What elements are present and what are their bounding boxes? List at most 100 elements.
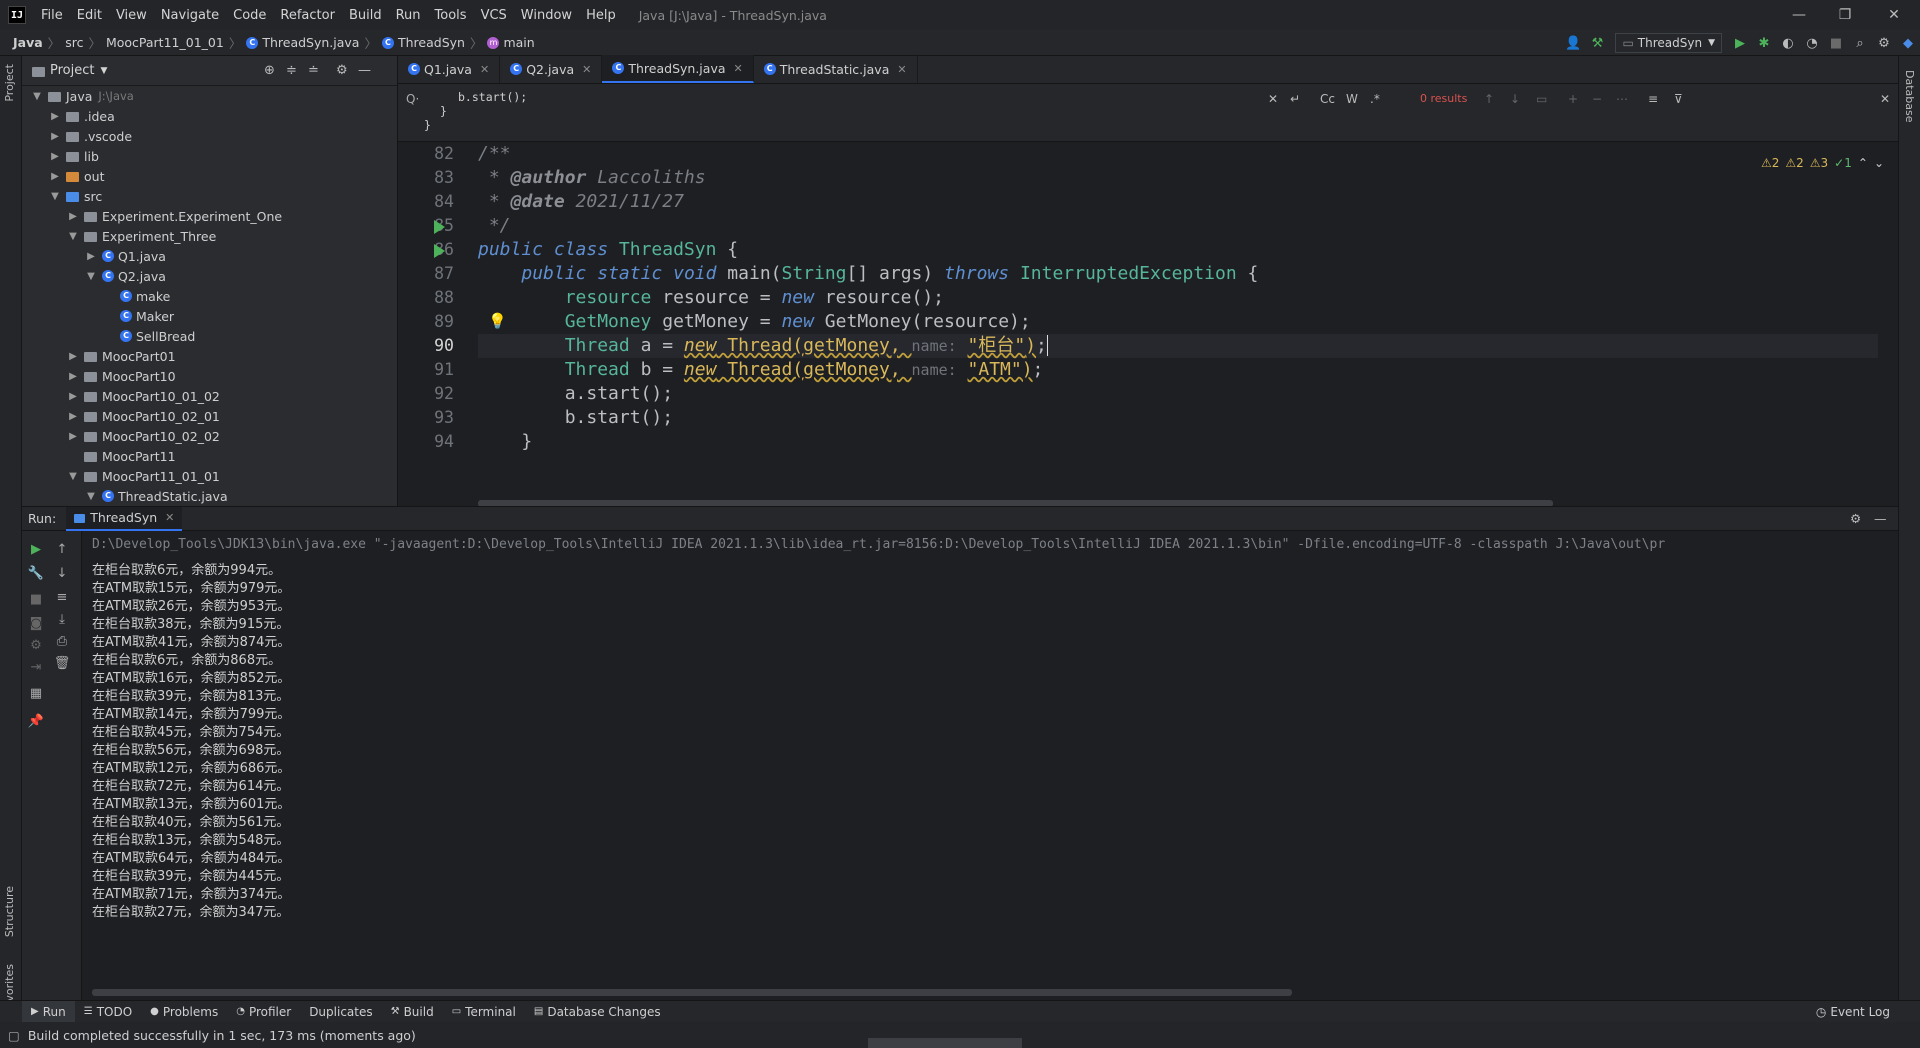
- expand-arrow-icon[interactable]: ▶: [66, 431, 80, 442]
- gear-icon[interactable]: ⚙: [336, 63, 348, 78]
- breadcrumb-class[interactable]: C ThreadSyn: [379, 35, 468, 50]
- status-icon[interactable]: ▢: [8, 1028, 20, 1043]
- expand-arrow-icon[interactable]: ▼: [66, 471, 80, 482]
- warning-count[interactable]: ⚠2: [1785, 156, 1803, 170]
- expand-arrow-icon[interactable]: ▶: [66, 391, 80, 402]
- database-tool-button[interactable]: Database: [1903, 70, 1916, 123]
- editor-tab[interactable]: C ThreadSyn.java ✕: [602, 55, 754, 83]
- run-main-icon[interactable]: [434, 244, 445, 258]
- chevron-down-icon[interactable]: ⌄: [1874, 156, 1884, 170]
- chevron-down-icon[interactable]: ▼: [100, 66, 107, 76]
- tree-node[interactable]: Cmake: [22, 286, 398, 306]
- expand-arrow-icon[interactable]: ▶: [66, 411, 80, 422]
- menu-tools[interactable]: Tools: [428, 8, 474, 23]
- tree-node[interactable]: C SellBread: [22, 326, 398, 346]
- project-tool-button[interactable]: Project: [3, 64, 16, 102]
- scroll-down-icon[interactable]: ↓: [52, 563, 72, 583]
- tree-node[interactable]: ▶ C Q1.java: [22, 246, 398, 266]
- tree-node[interactable]: MoocPart11: [22, 446, 398, 466]
- close-tab-icon[interactable]: ✕: [734, 62, 743, 75]
- tree-node[interactable]: ▶ lib: [22, 146, 398, 166]
- hide-icon[interactable]: —: [1874, 511, 1887, 526]
- tree-node[interactable]: ▼ C ThreadStatic.java: [22, 486, 398, 506]
- menu-view[interactable]: View: [109, 8, 154, 23]
- close-find-icon[interactable]: ✕: [1880, 92, 1890, 106]
- whole-words-toggle[interactable]: W: [1346, 92, 1358, 106]
- tree-node[interactable]: ▼ src: [22, 186, 398, 206]
- locate-icon[interactable]: ⊕: [264, 63, 275, 78]
- find-snippet-line[interactable]: }: [424, 118, 431, 132]
- breadcrumb-package[interactable]: MoocPart11_01_01: [103, 35, 227, 50]
- next-occurrence-icon[interactable]: ↓: [1510, 92, 1520, 106]
- code-view[interactable]: /** * @author Laccoliths * @date 2021/11…: [478, 142, 1878, 506]
- toolbox-icon[interactable]: ◆: [1896, 32, 1920, 54]
- menu-code[interactable]: Code: [226, 8, 273, 23]
- expand-arrow-icon[interactable]: ▶: [48, 171, 62, 182]
- close-window-icon[interactable]: ✕: [1868, 0, 1920, 30]
- new-line-icon[interactable]: ↵: [1290, 92, 1300, 106]
- clear-search-icon[interactable]: ✕: [1268, 92, 1278, 106]
- menu-refactor[interactable]: Refactor: [273, 8, 342, 23]
- scroll-up-icon[interactable]: ↑: [52, 539, 72, 559]
- tree-node[interactable]: ▼ C Q2.java: [22, 266, 398, 286]
- exit-icon[interactable]: ⇥: [26, 657, 46, 677]
- find-in-window-icon[interactable]: ▭: [1536, 92, 1547, 106]
- tool-window-terminal[interactable]: ▭ Terminal: [443, 1001, 525, 1023]
- settings-icon[interactable]: ⚙: [26, 635, 46, 655]
- warning-count[interactable]: ⚠2: [1761, 156, 1779, 170]
- event-log-button[interactable]: ◷ Event Log: [1816, 1005, 1890, 1019]
- run-configuration-select[interactable]: ▭ ThreadSyn ▼: [1615, 33, 1722, 53]
- tool-window-build[interactable]: ⚒ Build: [382, 1001, 443, 1023]
- expand-arrow-icon[interactable]: ▼: [66, 231, 80, 242]
- tool-window-problems[interactable]: ● Problems: [141, 1001, 227, 1023]
- breadcrumb-file[interactable]: C ThreadSyn.java: [243, 35, 362, 50]
- tool-window-run[interactable]: ▶ Run: [22, 1000, 75, 1023]
- run-icon[interactable]: ▶: [1728, 32, 1752, 54]
- pin-icon[interactable]: 📌: [26, 711, 46, 731]
- menu-build[interactable]: Build: [342, 8, 389, 23]
- warning-count[interactable]: ⚠3: [1810, 156, 1828, 170]
- gear-icon[interactable]: ⚙: [1850, 511, 1861, 526]
- scroll-to-end-icon[interactable]: ⤓: [52, 609, 72, 629]
- expand-arrow-icon[interactable]: ▶: [84, 251, 98, 262]
- menu-vcs[interactable]: VCS: [474, 8, 514, 23]
- project-panel-title[interactable]: Project: [50, 63, 94, 78]
- add-occurrence-icon[interactable]: +: [1568, 92, 1578, 106]
- tree-node[interactable]: ▼ Java J:\Java: [22, 86, 398, 106]
- tree-node[interactable]: ▶ .idea: [22, 106, 398, 126]
- menu-file[interactable]: File: [34, 8, 70, 23]
- breadcrumb-project[interactable]: Java: [10, 35, 46, 50]
- search-icon[interactable]: Q·: [406, 92, 419, 106]
- expand-arrow-icon[interactable]: ▶: [66, 211, 80, 222]
- structure-tool-button[interactable]: Structure: [3, 886, 16, 937]
- debug-icon[interactable]: ✱: [1752, 32, 1776, 54]
- find-snippet-line[interactable]: }: [440, 104, 447, 118]
- expand-arrow-icon[interactable]: ▼: [84, 271, 98, 282]
- stop-icon[interactable]: ■: [26, 589, 46, 609]
- previous-occurrence-icon[interactable]: ↑: [1484, 92, 1494, 106]
- tool-window-todo[interactable]: ☰ TODO: [75, 1001, 141, 1023]
- menu-window[interactable]: Window: [514, 8, 579, 23]
- user-icon[interactable]: 👤: [1561, 32, 1585, 54]
- close-tab-icon[interactable]: ✕: [165, 511, 174, 524]
- tree-node[interactable]: ▼ Experiment_Three: [22, 226, 398, 246]
- rerun-icon[interactable]: ▶: [26, 539, 46, 559]
- tree-node[interactable]: ▼ MoocPart11_01_01: [22, 466, 398, 486]
- tree-node[interactable]: ▶ MoocPart10_01_02: [22, 386, 398, 406]
- tree-node[interactable]: ▶ MoocPart01: [22, 346, 398, 366]
- minimize-icon[interactable]: —: [1776, 0, 1822, 30]
- breadcrumb-src[interactable]: src: [62, 35, 86, 50]
- expand-arrow-icon[interactable]: ▶: [66, 351, 80, 362]
- expand-arrow-icon[interactable]: ▶: [66, 371, 80, 382]
- wrench-icon[interactable]: 🔧: [26, 563, 46, 583]
- menu-edit[interactable]: Edit: [70, 8, 109, 23]
- collapse-all-icon[interactable]: ≐: [308, 63, 319, 78]
- hide-icon[interactable]: —: [358, 63, 371, 78]
- tree-node[interactable]: ▶ out: [22, 166, 398, 186]
- expand-arrow-icon[interactable]: ▶: [48, 111, 62, 122]
- expand-arrow-icon[interactable]: ▶: [48, 131, 62, 142]
- gear-icon[interactable]: ⚙: [1872, 32, 1896, 54]
- inspection-widget[interactable]: ⚠2 ⚠2 ⚠3 ✓1 ⌃ ⌄: [1761, 156, 1884, 170]
- search-icon[interactable]: ⌕: [1848, 32, 1872, 54]
- stop-icon[interactable]: ■: [1824, 32, 1848, 54]
